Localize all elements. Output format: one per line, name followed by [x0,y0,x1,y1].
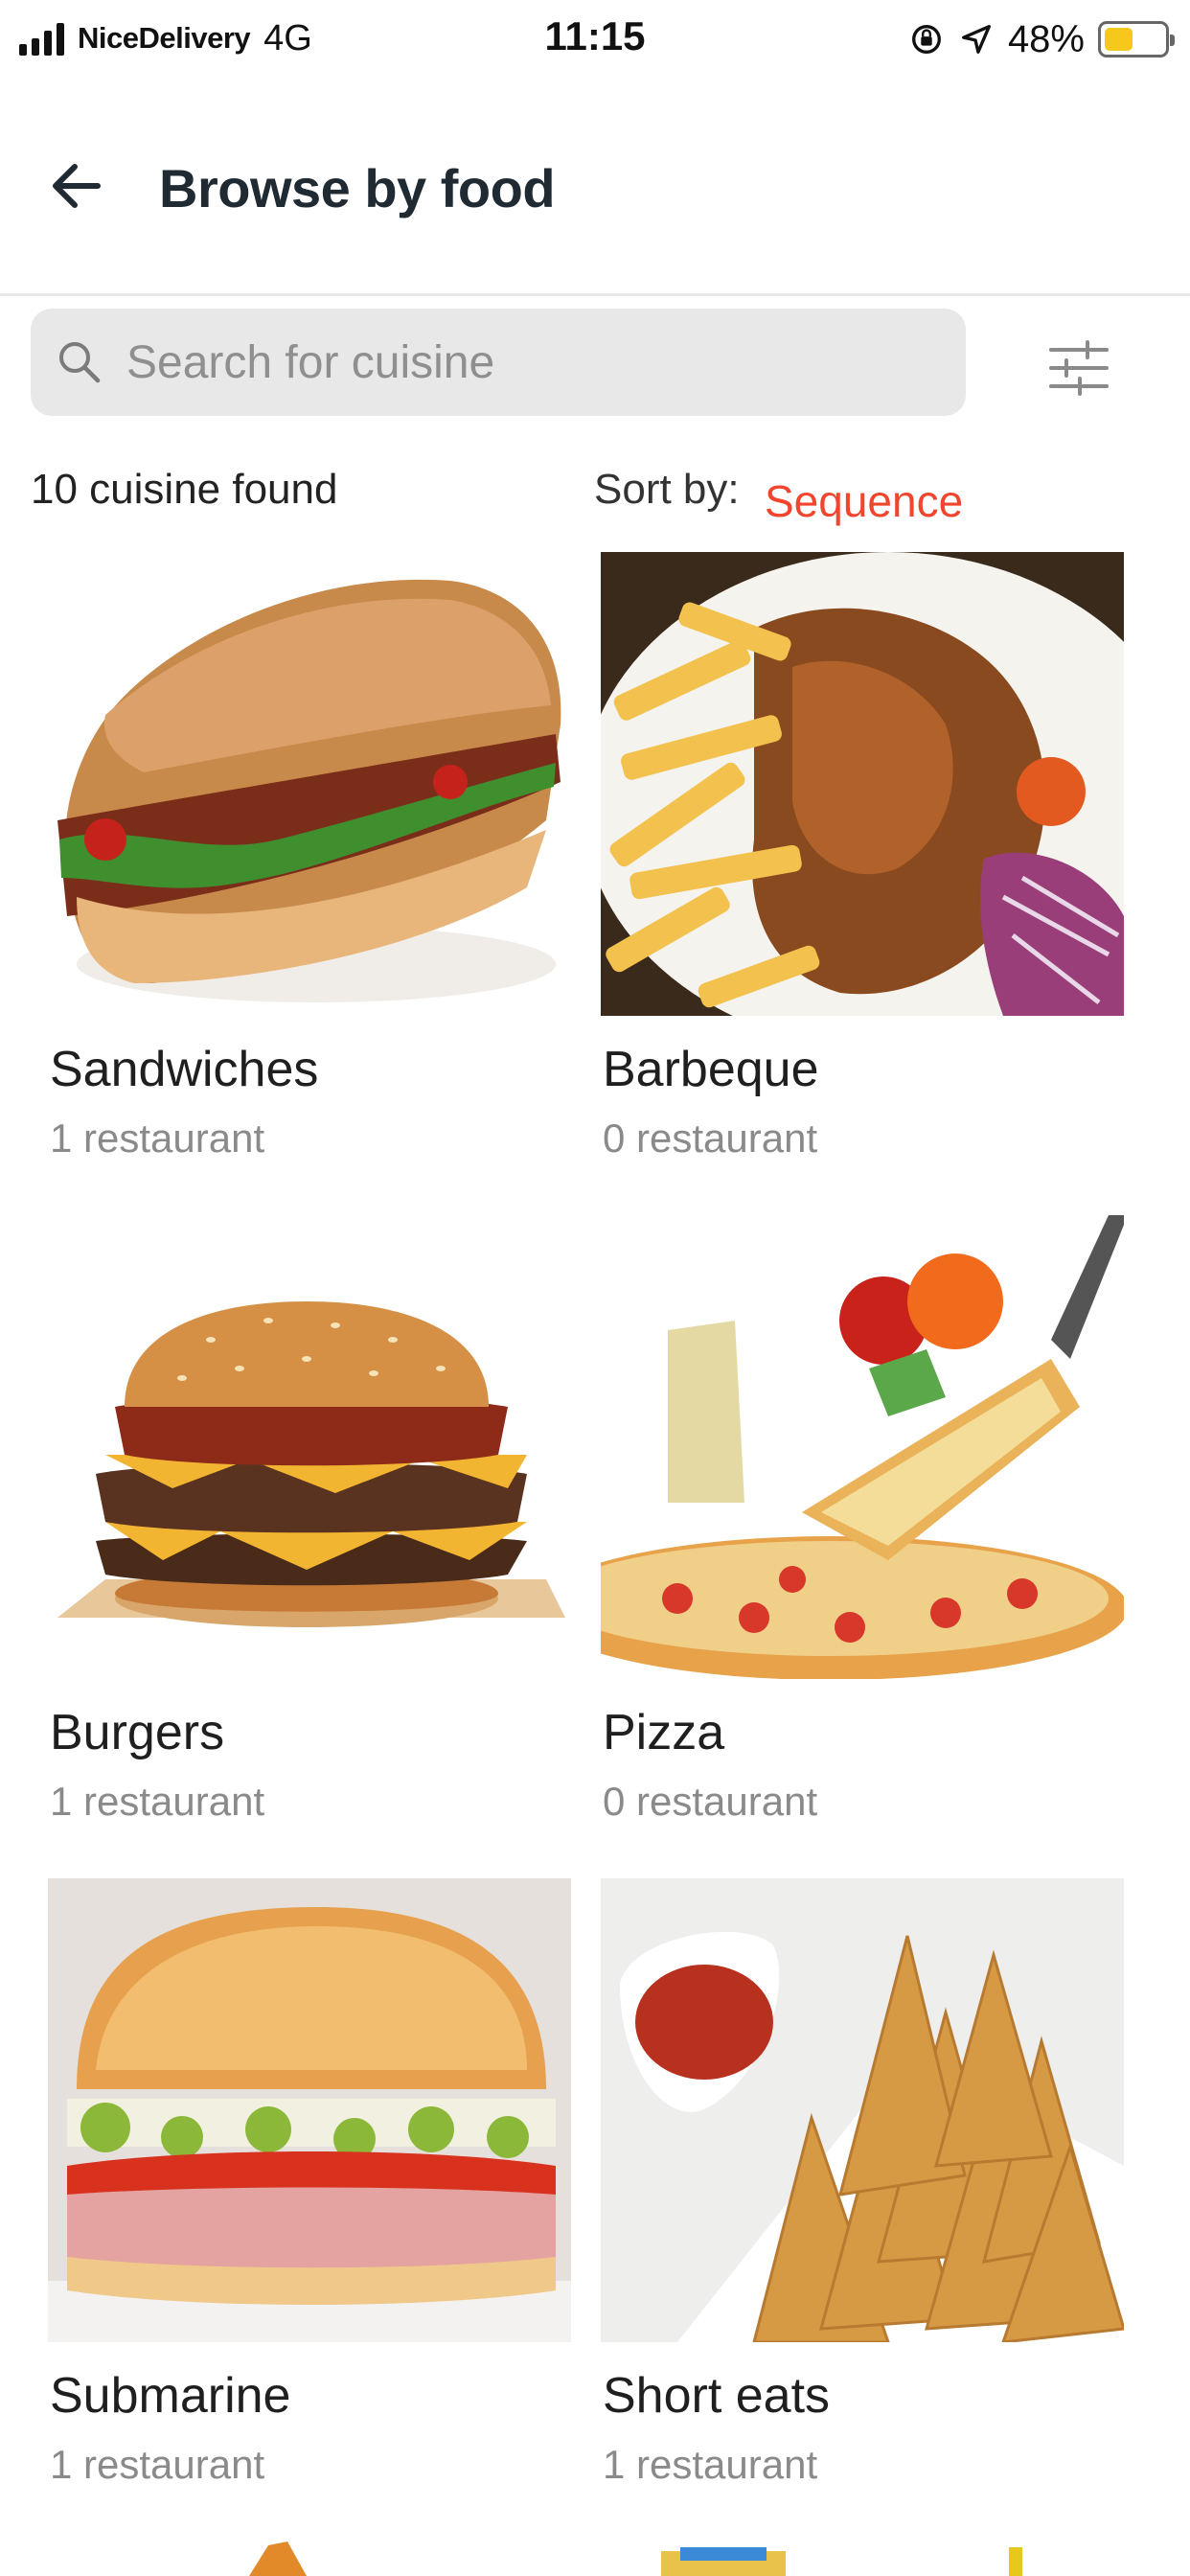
orientation-lock-icon [911,25,941,54]
battery-level [1105,28,1133,51]
cuisine-restaurant-count: 1 restaurant [50,1116,265,1161]
grilled-chicken-fries-photo [601,552,1124,1016]
cuisine-restaurant-count: 1 restaurant [50,1779,265,1824]
pizza-photo [601,1215,1124,1679]
cuisine-name: Sandwiches [50,1042,319,1097]
next-row-image-peek [240,2538,316,2576]
sort-dropdown[interactable]: Sequence [765,475,963,527]
cuisine-restaurant-count: 0 restaurant [603,1779,818,1824]
cuisine-card-barbeque[interactable]: Barbeque 0 restaurant [601,552,1124,1161]
header-divider [0,293,1190,296]
burger-photo [48,1215,571,1679]
cuisine-name: Pizza [603,1705,725,1760]
cuisine-name: Barbeque [603,1042,819,1097]
cuisine-card-pizza[interactable]: Pizza 0 restaurant [601,1215,1124,1824]
cuisine-name: Short eats [603,2368,831,2424]
cuisine-card-short-eats[interactable]: Short eats 1 restaurant [601,1878,1124,2487]
battery-percent: 48% [1007,17,1085,60]
sandwich-photo [48,552,571,1016]
battery-icon [1098,21,1175,58]
sort-label: Sort by: [594,466,740,513]
cuisine-name: Submarine [50,2368,291,2424]
page-title: Browse by food [159,158,556,218]
cuisine-name: Burgers [50,1705,225,1760]
search-input[interactable]: Search for cuisine [31,309,966,416]
arrow-left-icon [53,164,101,208]
cuisine-card-burgers[interactable]: Burgers 1 restaurant [48,1215,571,1824]
location-arrow-icon [961,25,991,54]
cuisine-card-submarine[interactable]: Submarine 1 restaurant [48,1878,571,2487]
header: Browse by food [0,115,1190,259]
search-icon [59,342,101,383]
next-row-image-peek [652,2538,795,2576]
cuisine-restaurant-count: 1 restaurant [603,2442,818,2487]
search-placeholder: Search for cuisine [126,336,495,388]
cuisine-restaurant-count: 1 restaurant [50,2442,265,2487]
back-button[interactable] [42,151,111,220]
filter-button[interactable] [1041,330,1117,406]
sliders-icon [1049,340,1109,396]
cuisine-card-sandwiches[interactable]: Sandwiches 1 restaurant [48,552,571,1161]
status-bar: NiceDelivery 4G 11:15 48% [0,0,1190,80]
samosa-photo [601,1878,1124,2342]
cuisine-restaurant-count: 0 restaurant [603,1116,818,1161]
next-row-image-peek [1001,2538,1030,2576]
results-count: 10 cuisine found [31,466,338,513]
submarine-sandwich-photo [48,1878,571,2342]
